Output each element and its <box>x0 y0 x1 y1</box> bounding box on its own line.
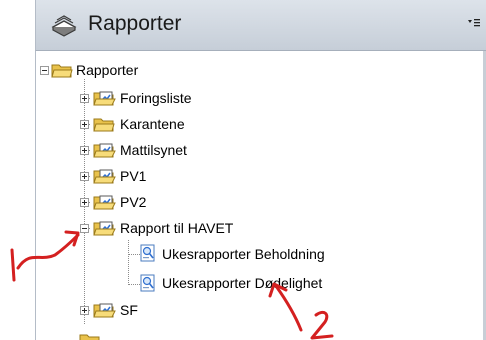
tree-node-label: Karantene <box>120 116 185 132</box>
tree-node-label: Rapport til HAVET <box>120 220 234 236</box>
folder-icon <box>93 118 115 132</box>
folder-icon <box>79 334 100 340</box>
book-stack-icon <box>51 15 77 37</box>
tree-line <box>128 254 140 255</box>
tree-node-sf[interactable]: SF <box>120 299 138 321</box>
tree-node-label: Mattilsynet <box>120 142 187 158</box>
tree-line <box>84 79 85 310</box>
report-document-icon <box>140 274 155 292</box>
report-folder-icon <box>93 169 116 184</box>
panel-title: Rapporter <box>88 12 182 35</box>
collapse-toggle[interactable] <box>40 66 49 75</box>
expand-toggle[interactable] <box>80 172 89 181</box>
report-folder-icon <box>93 91 116 106</box>
tree-node-label: Ukesrapporter Dødelighet <box>162 275 323 291</box>
tree-node-label: PV1 <box>120 168 147 184</box>
tree-node-mattilsynet[interactable]: Mattilsynet <box>120 139 187 161</box>
tree-node-foringsliste[interactable]: Foringsliste <box>120 87 192 109</box>
tree-line <box>128 284 140 285</box>
report-folder-icon <box>93 303 116 318</box>
expand-toggle[interactable] <box>80 306 89 315</box>
expand-toggle[interactable] <box>80 198 89 207</box>
report-folder-icon <box>93 195 116 210</box>
expand-toggle[interactable] <box>80 94 89 103</box>
panel-menu-dropdown-icon[interactable] <box>467 14 481 32</box>
tree-line <box>128 240 129 285</box>
tree-node-label: Foringsliste <box>120 90 192 106</box>
tree-node-ukesrapporter-beholdning[interactable]: Ukesrapporter Beholdning <box>162 243 325 265</box>
annotation-number-1 <box>10 248 16 282</box>
report-folder-icon <box>93 143 116 158</box>
tree-node-rapport-til-havet[interactable]: Rapport til HAVET <box>120 217 233 239</box>
folder-icon <box>51 64 73 78</box>
tree-node-ukesrapporter-dodelighet[interactable]: Ukesrapporter Dødelighet <box>162 272 322 294</box>
tree-node-pv1[interactable]: PV1 <box>120 165 146 187</box>
tree-line <box>84 314 85 324</box>
tree-node-label: Ukesrapporter Beholdning <box>162 246 325 262</box>
screenshot-stage: Rapporter Rapporter Foringsliste Karante… <box>0 0 486 340</box>
report-document-icon <box>140 244 155 262</box>
collapse-toggle[interactable] <box>80 224 89 233</box>
report-folder-icon <box>93 221 116 236</box>
panel-header[interactable]: Rapporter <box>35 0 486 51</box>
tree-node-label: PV2 <box>120 194 147 210</box>
tree-node-rapporter[interactable]: Rapporter <box>76 59 138 81</box>
tree-node-pv2[interactable]: PV2 <box>120 191 146 213</box>
tree-node-label: SF <box>120 302 138 318</box>
expand-toggle[interactable] <box>80 120 89 129</box>
reports-panel: Rapporter Rapporter Foringsliste Karante… <box>35 0 486 340</box>
expand-toggle[interactable] <box>80 146 89 155</box>
tree-node-karantene[interactable]: Karantene <box>120 113 185 135</box>
report-tree: Rapporter Foringsliste Karantene Mattils… <box>35 51 486 340</box>
tree-node-label: Rapporter <box>76 62 139 78</box>
